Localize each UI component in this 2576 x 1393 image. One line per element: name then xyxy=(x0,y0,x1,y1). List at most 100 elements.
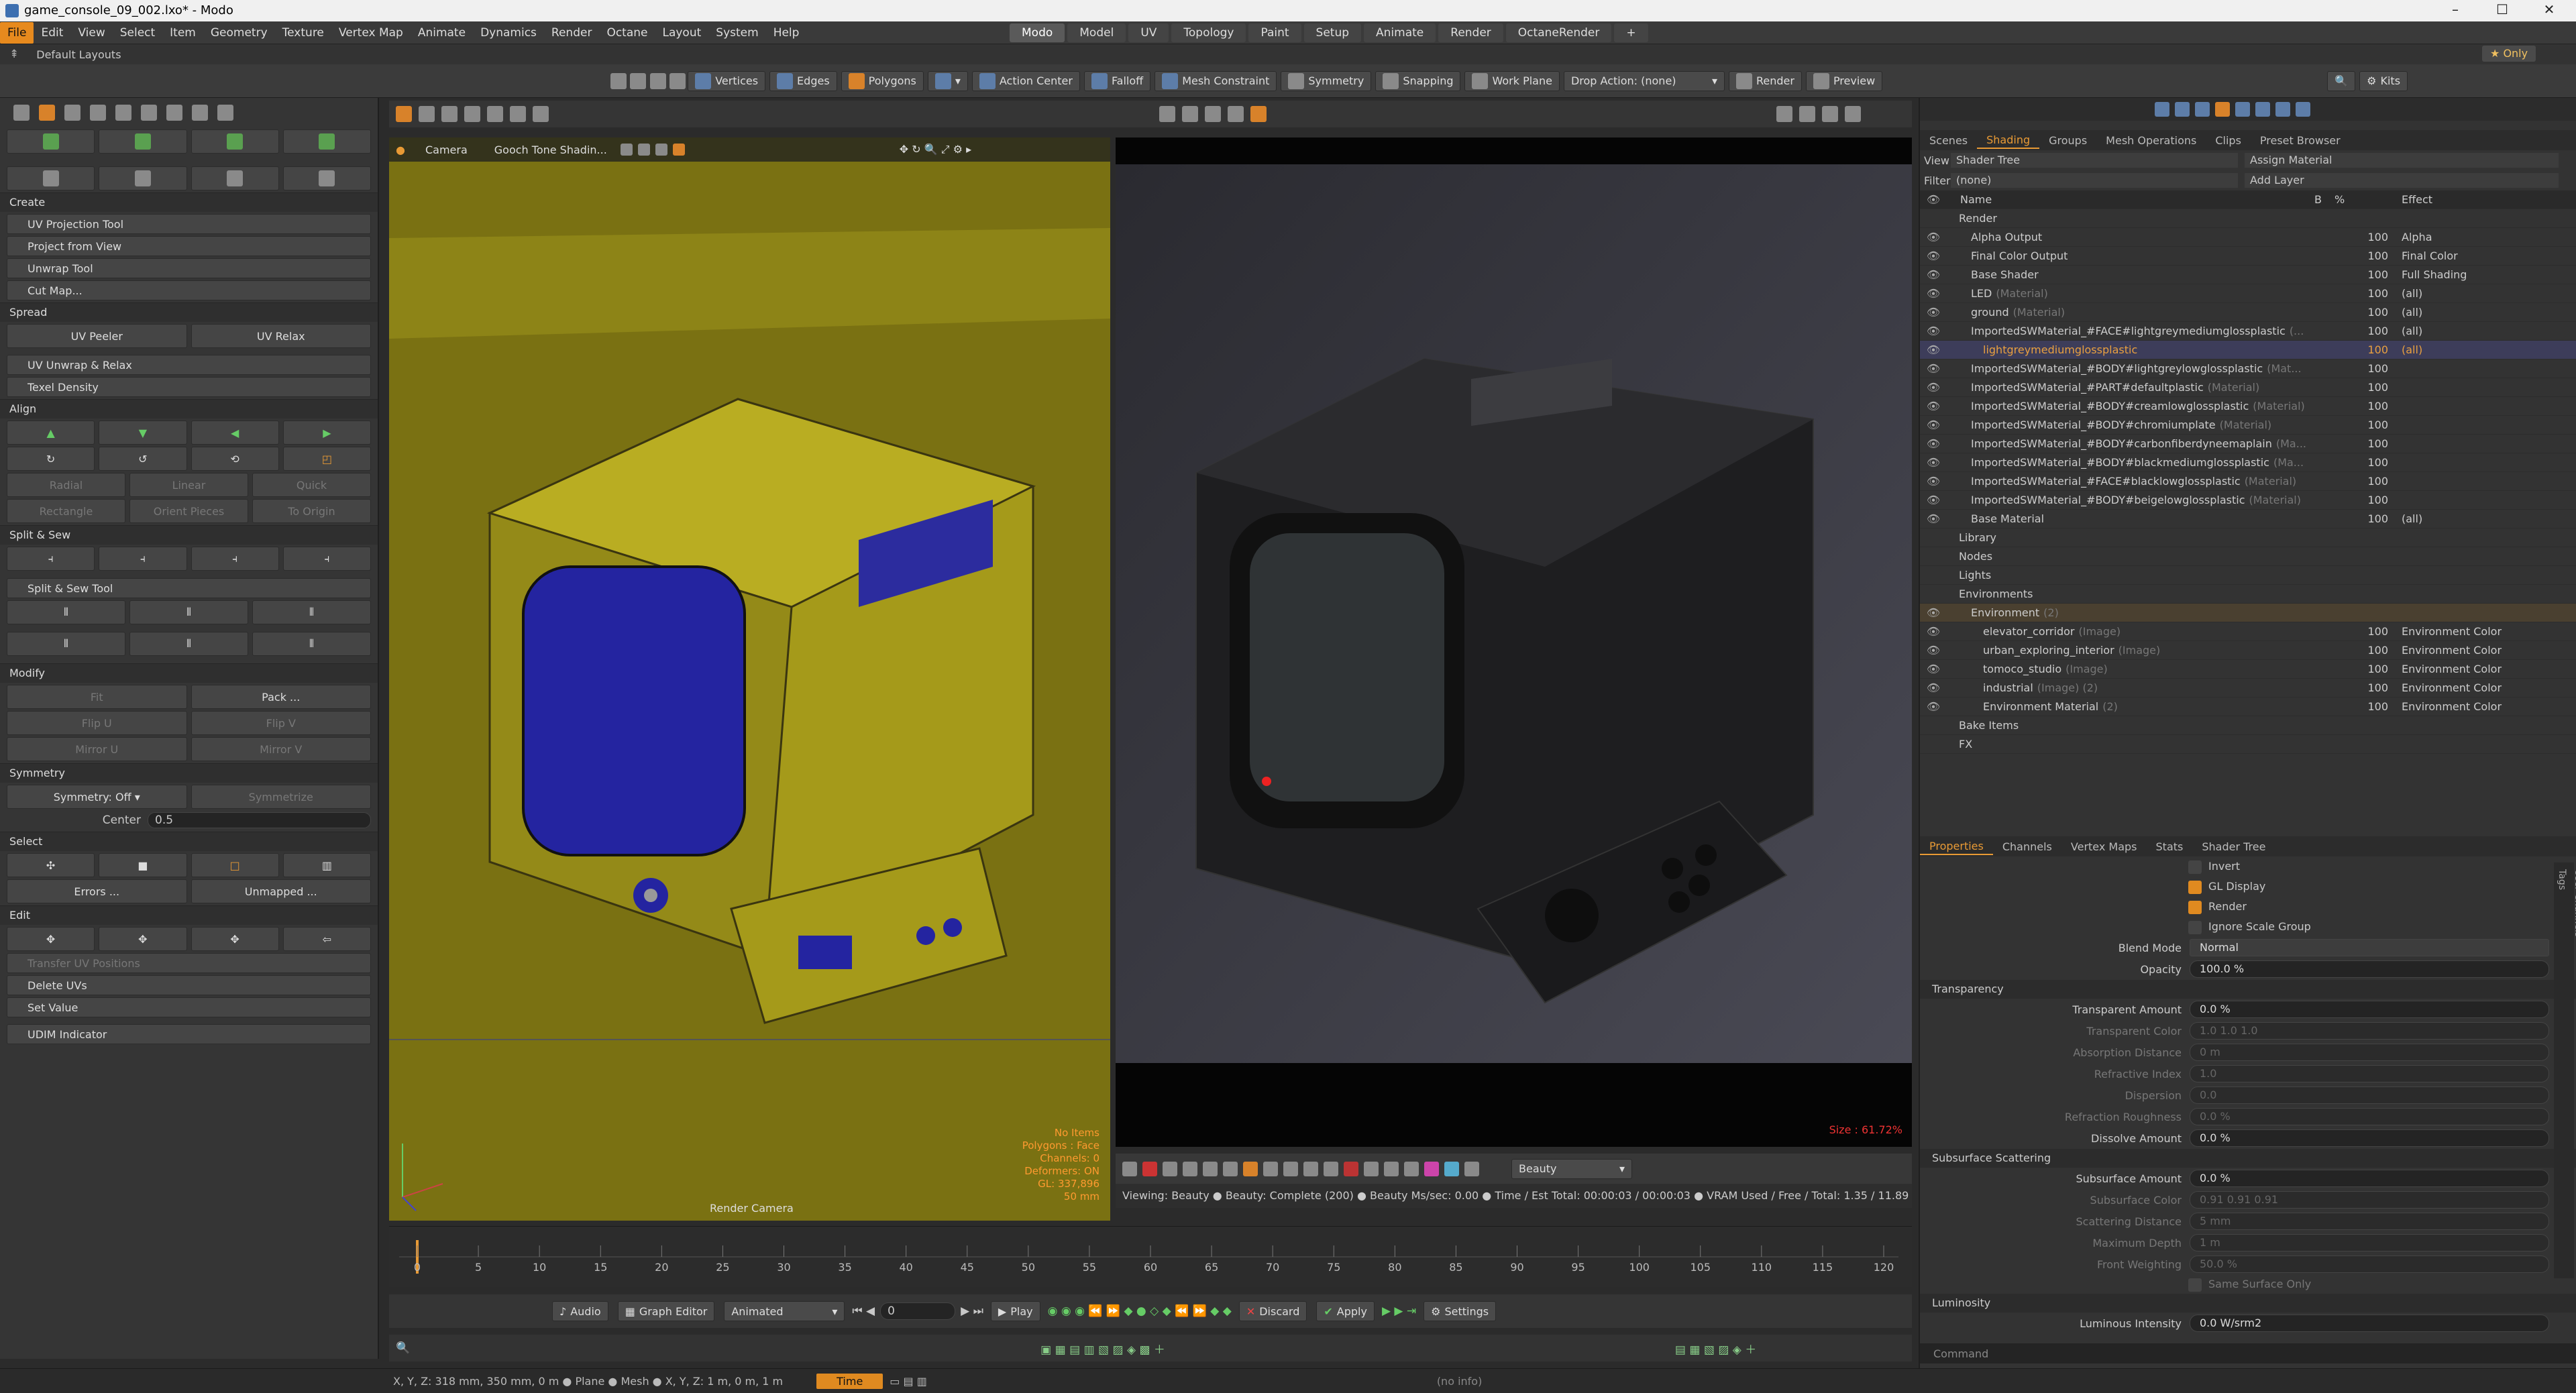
menu-vertex-map[interactable]: Vertex Map xyxy=(331,22,411,44)
tab-animate[interactable]: Animate xyxy=(1364,23,1436,42)
preview-button[interactable]: Preview xyxy=(1805,70,1883,91)
tab-octanerender[interactable]: OctaneRender xyxy=(1505,23,1612,42)
view-active-icon[interactable] xyxy=(1250,106,1267,122)
uv-unwrap-relax-button[interactable]: UV Unwrap & Relax xyxy=(7,355,371,375)
tab-mesh-operations[interactable]: Mesh Operations xyxy=(2096,133,2206,148)
tree-row[interactable]: 👁 ImportedSWMaterial_#PART#defaultplastic… xyxy=(1920,378,2576,397)
tree-row[interactable]: 👁 Environment Material (2) 100 Environment C… xyxy=(1920,698,2576,716)
mirror-v-button[interactable]: Mirror V xyxy=(191,737,371,761)
lock-icon[interactable] xyxy=(1243,1161,1258,1176)
tree-item-effect[interactable]: (all) xyxy=(2402,287,2576,300)
tree-row[interactable]: 👁 Final Color Output 100 Final Color xyxy=(1920,247,2576,266)
visibility-eye-icon[interactable]: 👁 xyxy=(1920,437,1947,450)
tree-row[interactable]: 👁 ImportedSWMaterial_#BODY#blackmediumglo… xyxy=(1920,453,2576,472)
view-quad-icon[interactable] xyxy=(1182,106,1198,122)
tree-row[interactable]: Render xyxy=(1920,209,2576,228)
tab-model[interactable]: Model xyxy=(1067,23,1126,42)
uv-view-icon[interactable] xyxy=(396,106,412,122)
menu-animate[interactable]: Animate xyxy=(411,22,473,44)
render-button[interactable]: Render xyxy=(1728,70,1802,91)
light-toggle-icon[interactable] xyxy=(672,144,685,156)
planar-projection-button[interactable] xyxy=(7,129,95,154)
tree-item-effect[interactable]: Full Shading xyxy=(2402,268,2576,281)
ignore-scale-check[interactable]: Ignore Scale Group xyxy=(2188,917,2576,937)
transfer-uv-positions-button[interactable]: Transfer UV Positions xyxy=(7,953,371,973)
tree-row[interactable]: 👁 Base Shader 100 Full Shading xyxy=(1920,266,2576,284)
sew-button-5[interactable]: ⫴ xyxy=(129,632,248,656)
layout-selector[interactable]: Default Layouts xyxy=(36,48,121,61)
channels-icon[interactable] xyxy=(1404,1161,1419,1176)
action-center-button[interactable]: Action Center xyxy=(971,70,1080,91)
pause-icon[interactable] xyxy=(1163,1161,1177,1176)
visibility-eye-icon[interactable]: 👁 xyxy=(1920,381,1947,394)
sphere-projection-button[interactable] xyxy=(191,129,279,154)
visibility-eye-icon[interactable]: 👁 xyxy=(1920,343,1947,356)
view-icon-7[interactable] xyxy=(2275,102,2290,117)
add-layer-select[interactable]: Add Layer xyxy=(2245,173,2559,188)
orient-pieces-button[interactable]: Orient Pieces xyxy=(129,499,248,523)
viewport-menu-icon[interactable]: ● xyxy=(396,144,405,156)
sew-button-6[interactable]: ⫴ xyxy=(252,632,371,656)
add-tab-button[interactable]: + xyxy=(1614,23,1648,42)
close-button[interactable]: ✕ xyxy=(2529,1,2569,17)
menu-view[interactable]: View xyxy=(70,22,112,44)
visibility-eye-icon[interactable]: 👁 xyxy=(1920,681,1947,694)
rotate-ccw-button[interactable]: ↺ xyxy=(99,447,187,471)
assign-material-select[interactable]: Assign Material xyxy=(2245,153,2559,168)
zoom-fit-icon[interactable] xyxy=(1384,1161,1399,1176)
tree-row[interactable]: 👁 lightgreymediumglossplastic 100 (all) xyxy=(1920,341,2576,359)
tree-row[interactable]: 👁 ground (Material) 100 (all) xyxy=(1920,303,2576,322)
view-pan-icon[interactable] xyxy=(510,106,526,122)
tab-modo[interactable]: Modo xyxy=(1010,23,1065,42)
dispersion-input[interactable]: 0.0 xyxy=(2190,1086,2549,1104)
symmetry-dropdown[interactable]: Symmetry: Off ▾ xyxy=(7,785,187,809)
tree-item-effect[interactable]: Environment Color xyxy=(2402,700,2576,713)
item-mode-button[interactable]: ▾ xyxy=(927,70,968,91)
visibility-eye-icon[interactable]: 👁 xyxy=(1920,644,1947,657)
polygons-button[interactable]: Polygons xyxy=(841,70,924,91)
tree-row[interactable]: 👁 ImportedSWMaterial_#BODY#beigelowglossp… xyxy=(1920,491,2576,510)
tab-topology[interactable]: Topology xyxy=(1171,23,1246,42)
tab-render[interactable]: Render xyxy=(1438,23,1503,42)
visibility-eye-icon[interactable]: 👁 xyxy=(1920,700,1947,713)
edit-move-button[interactable]: ✥ xyxy=(7,927,95,951)
menu-layout[interactable]: Layout xyxy=(655,22,708,44)
set-value-button[interactable]: Set Value xyxy=(7,997,371,1017)
section-align[interactable]: Align xyxy=(0,399,378,419)
bottom-view-icons[interactable]: ▣ ▦ ▤ ▥ ▧ ▨ ◈ ▩ ＋ xyxy=(1040,1340,1165,1357)
uv-peeler-button[interactable]: UV Peeler xyxy=(7,324,187,348)
edit-pull-button[interactable]: ⇦ xyxy=(282,927,371,951)
visibility-eye-icon[interactable]: 👁 xyxy=(1920,400,1947,412)
tab-uv[interactable]: UV xyxy=(1128,23,1169,42)
element-select-icon[interactable] xyxy=(669,72,686,89)
magnifier-icon[interactable] xyxy=(192,105,208,121)
side-tab[interactable]: Tags xyxy=(2554,862,2570,944)
cube-icon[interactable] xyxy=(13,105,30,121)
linear-button[interactable]: Linear xyxy=(129,473,248,497)
view-split-icon[interactable] xyxy=(1205,106,1221,122)
view-frame-icon[interactable] xyxy=(441,106,458,122)
transparency-section[interactable]: Transparency xyxy=(1920,980,2576,999)
split-button-1[interactable]: ⫞ xyxy=(7,547,95,571)
rotate-cw-button[interactable]: ↻ xyxy=(7,447,95,471)
col-name[interactable]: Name xyxy=(1947,193,2314,206)
section-symmetry[interactable]: Symmetry xyxy=(0,763,378,783)
luminosity-section[interactable]: Luminosity xyxy=(1920,1294,2576,1313)
edit-rotate-button[interactable]: ✥ xyxy=(191,927,279,951)
mirror-u-button[interactable]: Mirror U xyxy=(7,737,187,761)
playback-icons[interactable]: ▶ ▶ ⇥ xyxy=(1382,1304,1416,1318)
focus-icon[interactable] xyxy=(1303,1161,1318,1176)
view-select[interactable]: Shader Tree xyxy=(1951,153,2238,168)
select-connected-button[interactable]: ✣ xyxy=(7,853,95,877)
view-icon-5[interactable] xyxy=(2235,102,2250,117)
tree-row[interactable]: Nodes xyxy=(1920,547,2576,566)
absorption-input[interactable]: 0 m xyxy=(2190,1044,2549,1061)
camera-selector[interactable]: Camera xyxy=(425,144,468,156)
tree-row[interactable]: 👁 ImportedSWMaterial_#BODY#lightgreylowgl… xyxy=(1920,359,2576,378)
dissolve-input[interactable]: 0.0 % xyxy=(2190,1129,2549,1147)
uv-icon[interactable] xyxy=(39,105,55,121)
visibility-eye-icon[interactable]: 👁 xyxy=(1920,287,1947,300)
view-icon-3[interactable] xyxy=(2195,102,2210,117)
section-select[interactable]: Select xyxy=(0,832,378,851)
restart-icon[interactable] xyxy=(1183,1161,1197,1176)
